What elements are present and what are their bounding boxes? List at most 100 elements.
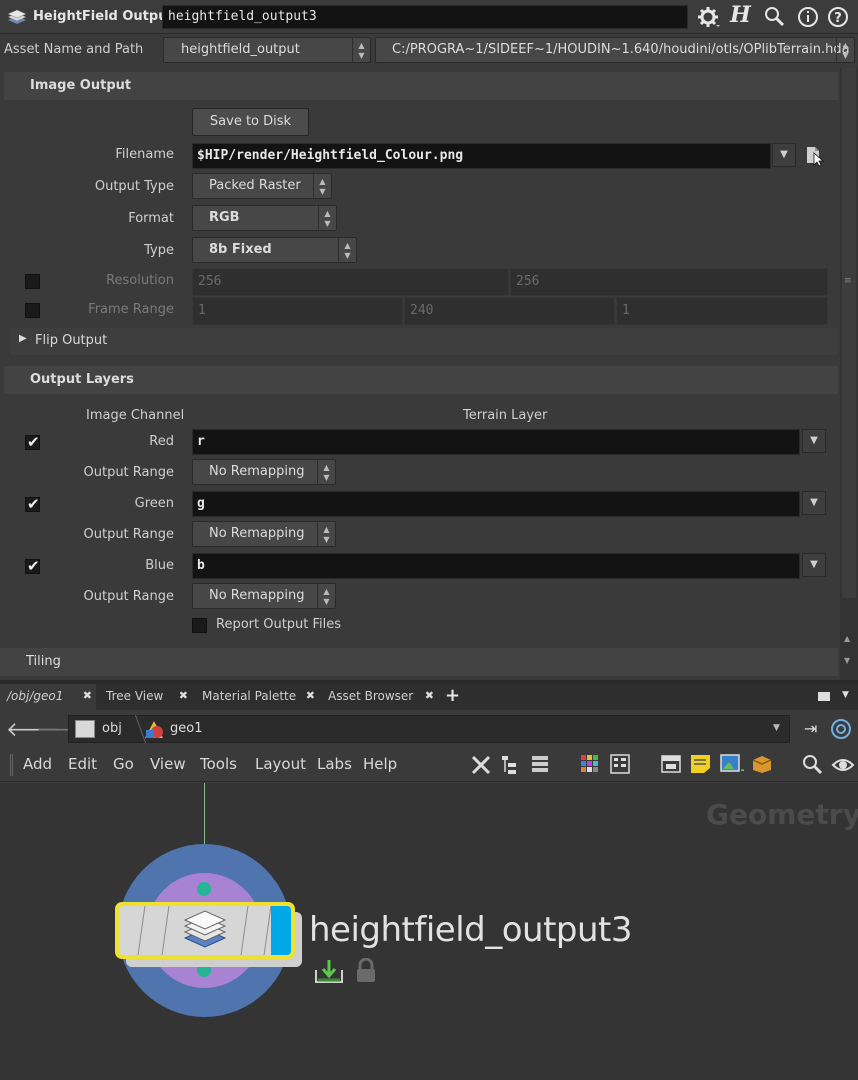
scroll-up-icon[interactable]: ▲ (844, 634, 850, 643)
red-layer-input[interactable]: r (192, 429, 800, 455)
menu-view[interactable]: View (150, 755, 186, 773)
wrench-icon[interactable] (470, 754, 492, 776)
houdini-h-icon[interactable]: H (730, 2, 751, 28)
red-output-range-value: No Remapping (209, 464, 305, 479)
save-to-disk-button[interactable]: Save to Disk (192, 108, 309, 136)
file-chooser-icon[interactable] (805, 145, 825, 167)
chevron-updown-icon: ▲ ▼ (313, 174, 331, 198)
report-output-files-checkbox[interactable] (192, 618, 207, 633)
menu-edit[interactable]: Edit (68, 755, 97, 773)
parameter-header: HeightField Output heightfield_output3 H… (0, 0, 858, 34)
filename-input[interactable]: $HIP/render/Heightfield_Colour.png (192, 143, 771, 169)
lock-icon (357, 958, 375, 982)
svg-text:+: + (740, 763, 744, 775)
flip-output-folder[interactable]: ▶ Flip Output (10, 328, 838, 355)
menu-layout[interactable]: Layout (255, 755, 306, 773)
asset-path-menu[interactable]: C:/PROGRA~1/SIDEEF~1/HOUDIN~1.640/houdin… (375, 37, 855, 63)
blue-layer-dropdown-button[interactable]: ▼ (802, 553, 826, 577)
image-output-section-header[interactable]: Image Output (4, 72, 838, 100)
tab-material-palette[interactable]: Material Palette ✖ (193, 684, 319, 710)
gear-icon[interactable] (697, 6, 721, 28)
blue-label: Blue (145, 558, 174, 573)
color-palette-icon[interactable] (580, 754, 600, 774)
heightfield-node-icon (7, 9, 27, 24)
red-layer-dropdown-button[interactable]: ▼ (802, 429, 826, 453)
green-layer-dropdown-button[interactable]: ▼ (802, 491, 826, 515)
scrollbar-thumb[interactable] (842, 68, 856, 598)
obj-context-icon (75, 720, 95, 738)
shapes-palette-icon[interactable] (610, 754, 630, 774)
help-icon[interactable]: ? (827, 6, 849, 28)
menu-help[interactable]: Help (363, 755, 397, 773)
flip-output-label: Flip Output (35, 333, 108, 348)
path-obj-segment[interactable]: obj (102, 721, 122, 736)
tiling-section-header[interactable]: Tiling (0, 648, 838, 676)
scroll-down-icon[interactable]: ▼ (844, 656, 850, 665)
blue-enable-checkbox[interactable] (25, 557, 40, 575)
maximize-pane-icon[interactable] (818, 692, 830, 701)
filename-dropdown-button[interactable]: ▼ (772, 143, 796, 167)
link-target-icon[interactable] (830, 718, 852, 740)
tab-tree-view[interactable]: Tree View ✖ (97, 684, 192, 710)
frame-increment-field[interactable]: 1 (616, 297, 828, 325)
search-icon[interactable] (802, 754, 824, 776)
list-view-icon[interactable] (530, 754, 550, 776)
add-tab-plus-icon[interactable]: + (445, 685, 460, 706)
heightfield-output-node[interactable] (115, 902, 295, 959)
output-type-menu[interactable]: Packed Raster ▲ ▼ (192, 173, 332, 199)
node-display-flag[interactable] (271, 906, 291, 955)
tree-layout-icon[interactable] (500, 754, 520, 776)
path-dropdown-icon[interactable]: ▼ (773, 723, 780, 733)
image-background-icon[interactable]: + (720, 753, 744, 775)
frame-range-toggle[interactable] (25, 303, 40, 318)
heightfield-node-icon (183, 910, 227, 948)
close-icon[interactable]: ✖ (425, 684, 434, 708)
info-icon[interactable] (797, 6, 819, 28)
frame-end-field[interactable]: 240 (404, 297, 615, 325)
resolution-x-field[interactable]: 256 (192, 268, 509, 296)
format-menu[interactable]: RGB ▲ ▼ (192, 205, 337, 231)
green-output-range-menu[interactable]: No Remapping ▲ ▼ (192, 521, 336, 547)
blue-output-range-menu[interactable]: No Remapping ▲ ▼ (192, 583, 336, 609)
type-menu[interactable]: 8b Fixed ▲ ▼ (192, 237, 357, 263)
pin-icon[interactable]: ⇥ (804, 719, 817, 738)
network-context-label: Geometry (706, 798, 858, 831)
input-connector[interactable] (197, 882, 211, 896)
type-value: 8b Fixed (209, 242, 272, 257)
menu-labs[interactable]: Labs (317, 755, 352, 773)
tab-obj-geo1[interactable]: /obj/geo1 ✖ (0, 684, 96, 710)
tab-asset-browser[interactable]: Asset Browser ✖ (320, 684, 438, 710)
green-layer-input[interactable]: g (192, 491, 800, 517)
geo-object-icon (145, 721, 163, 738)
chevron-updown-icon: ▲ ▼ (318, 206, 336, 230)
filename-label: Filename (115, 147, 174, 162)
menu-add[interactable]: Add (23, 755, 52, 773)
node-name-label[interactable]: heightfield_output3 (309, 910, 633, 950)
network-box-icon[interactable] (661, 754, 681, 774)
tab-material-palette-label: Material Palette (202, 689, 297, 703)
asset-package-icon[interactable] (751, 754, 773, 774)
path-field[interactable]: obj geo1 ▼ (68, 715, 790, 743)
menu-go[interactable]: Go (113, 755, 134, 773)
blue-layer-input[interactable]: b (192, 553, 800, 579)
red-output-range-menu[interactable]: No Remapping ▲ ▼ (192, 459, 336, 485)
red-enable-checkbox[interactable] (25, 433, 40, 451)
path-geo1-segment[interactable]: geo1 (170, 721, 202, 736)
menu-tools[interactable]: Tools (200, 755, 237, 773)
pane-menu-icon[interactable]: ▼ (842, 690, 849, 700)
close-icon[interactable]: ✖ (83, 684, 92, 708)
parameter-scrollbar[interactable]: ≡ ▲ ▼ (840, 68, 858, 680)
eye-icon[interactable] (831, 754, 855, 776)
resolution-y-field[interactable]: 256 (510, 268, 828, 296)
asset-name-menu[interactable]: heightfield_output ▲ ▼ (163, 37, 371, 63)
node-name-input[interactable]: heightfield_output3 (162, 5, 688, 29)
resolution-toggle[interactable] (25, 274, 40, 289)
frame-start-field[interactable]: 1 (192, 297, 403, 325)
sticky-note-icon[interactable] (690, 754, 712, 774)
search-icon[interactable] (764, 6, 786, 28)
close-icon[interactable]: ✖ (179, 684, 188, 708)
close-icon[interactable]: ✖ (306, 684, 315, 708)
green-enable-checkbox[interactable] (25, 495, 40, 513)
output-layers-section-header[interactable]: Output Layers (4, 366, 838, 394)
terrain-layer-header: Terrain Layer (463, 408, 548, 423)
